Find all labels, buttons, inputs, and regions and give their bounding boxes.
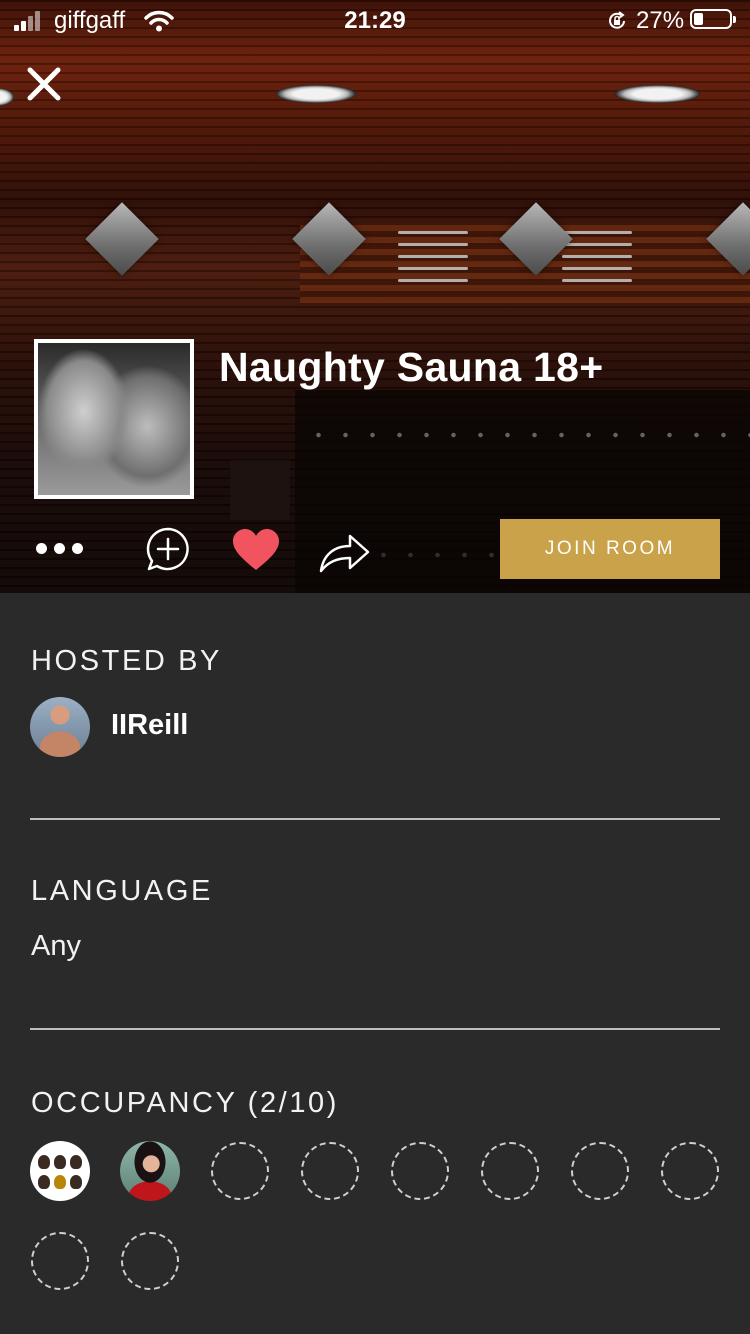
- sauna-vent: [562, 222, 632, 292]
- empty-seat: [211, 1142, 269, 1200]
- occupant-avatar[interactable]: [30, 1141, 90, 1201]
- occupancy-label: OCCUPANCY (2/10): [31, 1087, 340, 1119]
- sauna-vent: [398, 222, 468, 292]
- wall-diamond: [85, 202, 159, 276]
- battery-icon: [690, 9, 736, 29]
- language-value: Any: [31, 930, 81, 962]
- share-icon[interactable]: [318, 528, 370, 574]
- empty-seat: [301, 1142, 359, 1200]
- heart-icon[interactable]: [231, 528, 281, 572]
- dotted-trim: [370, 550, 500, 560]
- empty-seat: [391, 1142, 449, 1200]
- room-thumbnail: [34, 339, 194, 499]
- hosted-by-label: HOSTED BY: [31, 645, 222, 677]
- close-icon[interactable]: [26, 66, 62, 102]
- empty-seat: [571, 1142, 629, 1200]
- battery-percent: 27%: [636, 7, 685, 34]
- join-room-button[interactable]: JOIN ROOM: [500, 519, 720, 579]
- section-divider: [30, 818, 720, 820]
- add-chat-icon[interactable]: [145, 526, 191, 572]
- more-dots-icon[interactable]: [36, 543, 86, 555]
- ceiling-lamp: [0, 88, 14, 106]
- empty-seat: [661, 1142, 719, 1200]
- room-header-image: [0, 0, 750, 593]
- sauna-pillar-bg: [230, 460, 290, 520]
- occupant-avatar[interactable]: [120, 1141, 180, 1201]
- host-avatar[interactable]: [30, 697, 90, 757]
- ceiling-lamp: [276, 85, 356, 103]
- section-divider: [30, 1028, 720, 1030]
- ceiling-lamp: [615, 85, 700, 103]
- empty-seat: [121, 1232, 179, 1290]
- dotted-trim: [305, 430, 750, 440]
- room-title: Naughty Sauna 18+: [219, 344, 604, 390]
- status-bar: giffgaff 21:29 27%: [0, 0, 750, 40]
- host-name[interactable]: IIReill: [111, 709, 188, 742]
- empty-seat: [31, 1232, 89, 1290]
- battery-level-fill: [694, 13, 703, 25]
- empty-seat: [481, 1142, 539, 1200]
- language-label: LANGUAGE: [31, 875, 213, 907]
- orientation-lock-icon: [609, 11, 625, 29]
